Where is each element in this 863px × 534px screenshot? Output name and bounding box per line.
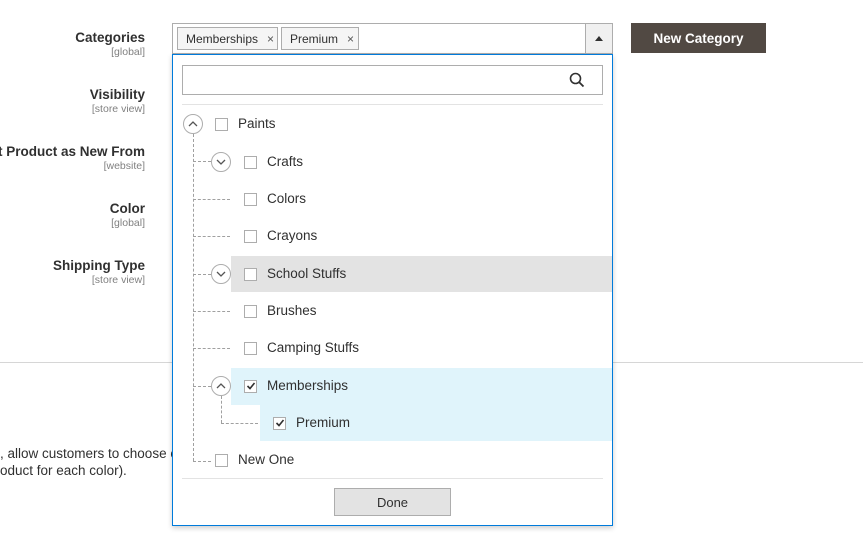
field-label: Visibility [89, 87, 145, 102]
tree-item-label[interactable]: Camping Stuffs [267, 340, 359, 356]
tree-checkbox-camping-stuffs[interactable] [244, 342, 257, 355]
tree-item-label[interactable]: Premium [296, 415, 350, 431]
tree-checkbox-brushes[interactable] [244, 305, 257, 318]
tree-checkbox-colors[interactable] [244, 193, 257, 206]
tree-connector [193, 311, 230, 312]
tree-checkbox-crayons[interactable] [244, 230, 257, 243]
categories-multiselect[interactable]: Memberships × Premium × [172, 23, 613, 54]
selected-chip-premium: Premium × [281, 27, 359, 50]
field-scope: [global] [111, 217, 145, 229]
field-label: Color [109, 201, 145, 216]
field-scope: [store view] [91, 274, 145, 286]
help-text-line: oduct for each color). [0, 463, 127, 478]
help-text-line: , allow customers to choose o [0, 446, 178, 461]
tree-connector [193, 386, 211, 387]
dropdown-toggle-button[interactable] [585, 24, 612, 53]
done-button[interactable]: Done [334, 488, 451, 516]
chip-label: Premium [290, 31, 339, 46]
chip-remove-icon[interactable]: × [267, 32, 274, 46]
field-label: et Product as New From [0, 144, 145, 159]
tree-item-label[interactable]: Crafts [267, 154, 303, 170]
chip-label: Memberships [186, 31, 259, 46]
tree-checkbox-premium[interactable] [273, 417, 286, 430]
tree-connector [221, 423, 258, 424]
tree-item-label[interactable]: Crayons [267, 228, 317, 244]
field-visibility-label: Visibility [store view] [90, 87, 145, 115]
tree-connector [193, 199, 230, 200]
category-search-field[interactable] [182, 65, 603, 95]
tree-item-label[interactable]: Memberships [267, 378, 348, 394]
checkmark-icon [275, 419, 285, 427]
tree-connector [193, 274, 211, 275]
category-search-input[interactable] [191, 67, 565, 95]
tree-connector [221, 396, 222, 423]
tree-checkbox-crafts[interactable] [244, 156, 257, 169]
field-new-from-label: et Product as New From [website] [0, 144, 145, 172]
field-scope: [global] [111, 46, 145, 58]
tree-connector [193, 348, 230, 349]
tree-checkbox-school-stuffs[interactable] [244, 268, 257, 281]
field-label: Shipping Type [53, 258, 145, 273]
tree-collapse-icon[interactable] [183, 114, 203, 134]
search-icon[interactable] [569, 72, 585, 93]
field-label: Categories [75, 30, 145, 45]
tree-item-label[interactable]: Brushes [267, 303, 317, 319]
tree-item-label[interactable]: Colors [267, 191, 306, 207]
new-category-button[interactable]: New Category [631, 23, 766, 53]
field-color-label: Color [global] [110, 201, 145, 229]
field-scope: [website] [103, 160, 145, 172]
tree-checkbox-new-one[interactable] [215, 454, 228, 467]
selected-chip-memberships: Memberships × [177, 27, 278, 50]
field-shipping-type-label: Shipping Type [store view] [53, 258, 145, 286]
caret-up-icon [595, 36, 603, 41]
separator [182, 104, 603, 105]
checkmark-icon [246, 382, 256, 390]
tree-expand-icon[interactable] [211, 152, 231, 172]
tree-checkbox-memberships[interactable] [244, 380, 257, 393]
tree-connector [193, 134, 194, 461]
separator [182, 478, 603, 479]
tree-connector [193, 461, 211, 462]
tree-item-label[interactable]: School Stuffs [267, 266, 346, 282]
tree-connector [193, 236, 230, 237]
category-dropdown-panel: Paints Crafts Colors Crayons School Stuf… [172, 54, 613, 526]
tree-item-label[interactable]: Paints [238, 116, 276, 132]
tree-item-label[interactable]: New One [238, 452, 294, 468]
chip-remove-icon[interactable]: × [347, 32, 354, 46]
tree-checkbox-paints[interactable] [215, 118, 228, 131]
tree-collapse-icon[interactable] [211, 376, 231, 396]
tree-expand-icon[interactable] [211, 264, 231, 284]
tree-connector [193, 161, 211, 162]
field-categories-label: Categories [global] [75, 30, 145, 58]
field-scope: [store view] [91, 103, 145, 115]
